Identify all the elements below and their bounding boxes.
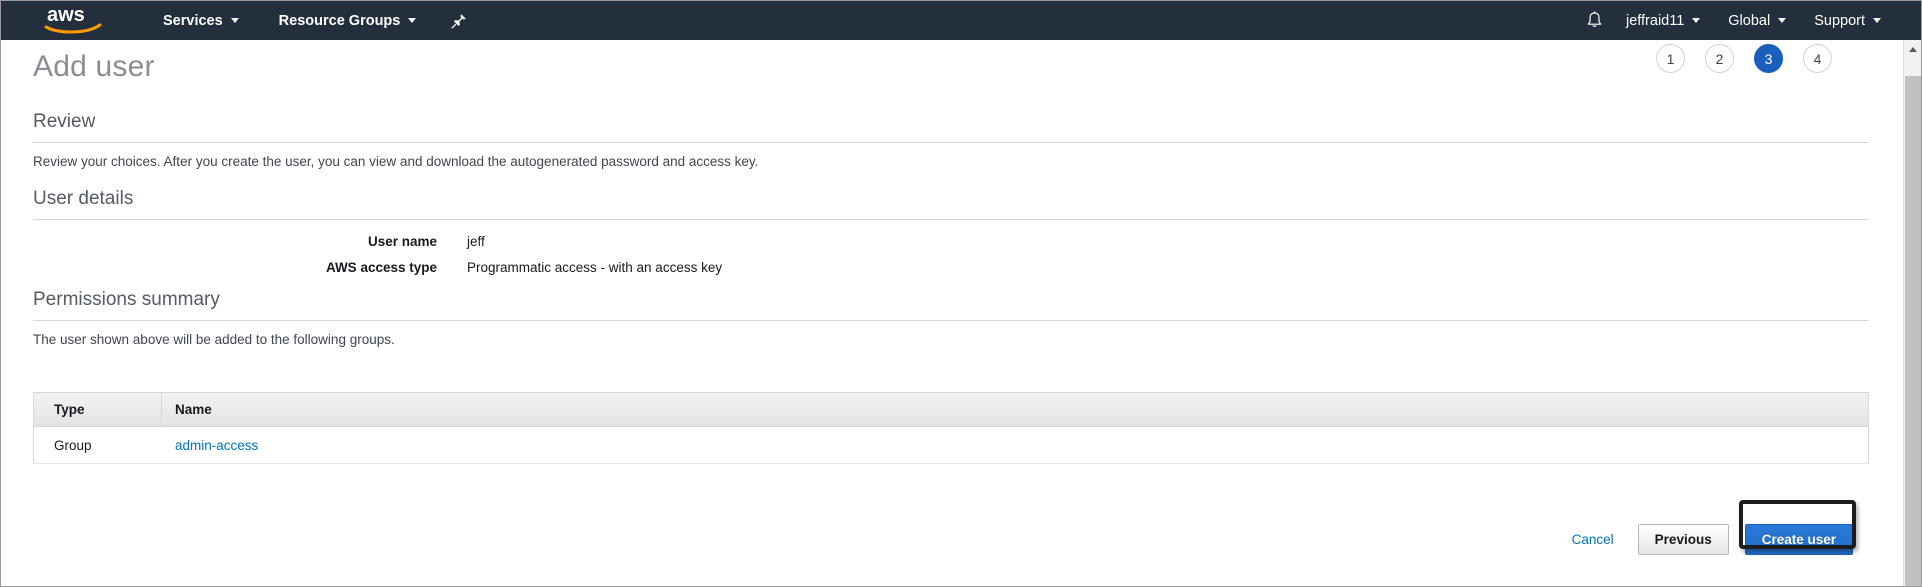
nav-support-label: Support xyxy=(1814,12,1865,29)
pin-icon[interactable] xyxy=(446,1,472,40)
scrollbar-thumb[interactable] xyxy=(1905,76,1921,586)
user-details-list: User name jeff AWS access type Programma… xyxy=(33,220,1869,275)
nav-services-label: Services xyxy=(163,12,223,29)
table-header-row: Type Name xyxy=(34,392,1868,427)
access-type-row: AWS access type Programmatic access - wi… xyxy=(33,260,1869,275)
cancel-button[interactable]: Cancel xyxy=(1572,532,1614,547)
wizard-step-4[interactable]: 4 xyxy=(1803,44,1832,73)
review-description: Review your choices. After you create th… xyxy=(33,154,759,169)
page-title: Add user xyxy=(33,50,155,84)
nav-services[interactable]: Services xyxy=(151,1,251,40)
nav-resource-groups-label: Resource Groups xyxy=(278,12,401,29)
chevron-down-icon xyxy=(1873,18,1881,23)
create-user-button[interactable]: Create user xyxy=(1744,524,1853,555)
wizard-step-3[interactable]: 3 xyxy=(1754,44,1783,73)
svg-text:aws: aws xyxy=(47,4,85,26)
user-name-value: jeff xyxy=(467,234,485,249)
user-name-label: User name xyxy=(367,234,437,249)
nav-account-label: jeffraid11 xyxy=(1625,12,1685,29)
previous-button[interactable]: Previous xyxy=(1637,524,1729,555)
chevron-down-icon xyxy=(408,18,417,23)
access-type-value: Programmatic access - with an access key xyxy=(467,260,723,275)
access-type-label: AWS access type xyxy=(325,260,437,275)
nav-account-menu[interactable]: jeffraid11 xyxy=(1612,1,1714,40)
permissions-summary-description: The user shown above will be added to th… xyxy=(33,332,395,347)
scroll-up-arrow-icon[interactable] xyxy=(1904,40,1921,58)
nav-region-label: Global xyxy=(1728,12,1771,29)
nav-resource-groups[interactable]: Resource Groups xyxy=(267,1,429,40)
permissions-summary-section: Permissions summary The user shown above… xyxy=(33,289,1869,347)
cell-name: admin-access xyxy=(162,438,1868,453)
vertical-scrollbar[interactable] xyxy=(1903,40,1921,586)
aws-logo[interactable]: aws xyxy=(43,1,105,40)
chevron-down-icon xyxy=(1778,18,1787,23)
user-name-row: User name jeff xyxy=(33,234,1869,249)
nav-right-group: jeffraid11 Global Support xyxy=(1578,1,1921,40)
nav-region-menu[interactable]: Global xyxy=(1714,1,1800,40)
bell-icon[interactable] xyxy=(1578,1,1612,40)
column-header-name: Name xyxy=(175,402,212,417)
user-details-heading: User details xyxy=(33,188,1869,220)
group-link-admin-access[interactable]: admin-access xyxy=(175,438,258,453)
cell-type: Group xyxy=(54,437,92,453)
nav-support-menu[interactable]: Support xyxy=(1800,1,1895,40)
table-row: Group admin-access xyxy=(34,427,1868,464)
aws-top-navigation: aws Services Resource Groups jeffraid11 … xyxy=(1,1,1921,40)
review-section: Review Review your choices. After you cr… xyxy=(33,111,1869,169)
wizard-step-indicator: 1 2 3 4 xyxy=(1656,44,1832,73)
permissions-table: Type Name Group admin-access xyxy=(33,392,1869,464)
column-header-type: Type xyxy=(34,392,162,427)
wizard-step-2[interactable]: 2 xyxy=(1705,44,1734,73)
wizard-step-1[interactable]: 1 xyxy=(1656,44,1685,73)
chevron-down-icon xyxy=(230,18,239,23)
add-user-wizard-content: Add user 1 2 3 4 Review Review your choi… xyxy=(1,40,1905,586)
browser-viewport: aws Services Resource Groups jeffraid11 … xyxy=(0,0,1922,587)
review-heading: Review xyxy=(33,111,1869,143)
wizard-footer-actions: Cancel Previous Create user xyxy=(1572,524,1853,555)
user-details-section: User details User name jeff AWS access t… xyxy=(33,188,1869,286)
chevron-down-icon xyxy=(1692,18,1701,23)
permissions-summary-heading: Permissions summary xyxy=(33,289,1869,321)
